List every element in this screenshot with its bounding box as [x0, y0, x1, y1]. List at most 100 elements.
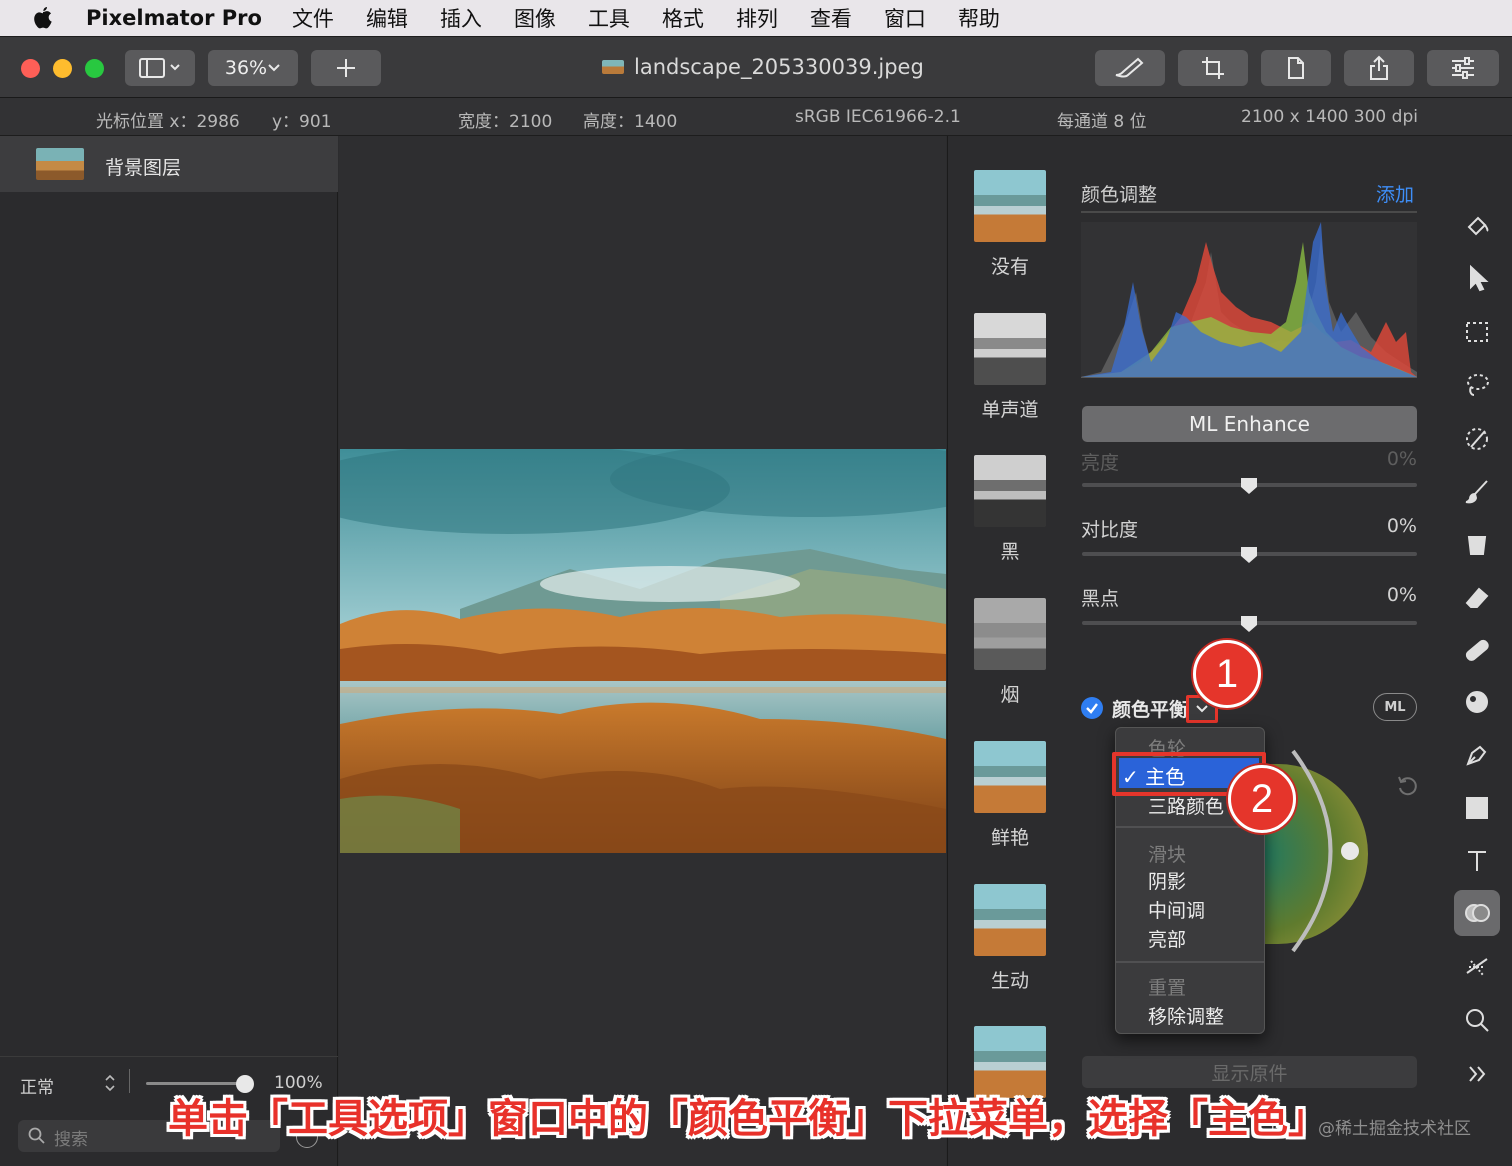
- menu-item-highlights[interactable]: 亮部: [1148, 925, 1186, 952]
- black-point-slider-knob[interactable]: [1240, 615, 1258, 633]
- select-tool[interactable]: [1463, 318, 1491, 346]
- arrange-tool[interactable]: [1463, 264, 1491, 292]
- more-tools-button[interactable]: [1463, 1060, 1491, 1088]
- watermark: @稀土掘金技术社区: [1318, 1119, 1471, 1139]
- cursor-x-info: 光标位置 x：2986: [96, 112, 240, 132]
- color-select-tool[interactable]: [1463, 425, 1491, 453]
- wheel-slider-arc[interactable]: [1283, 746, 1373, 956]
- magnifier-icon: [1466, 1009, 1489, 1032]
- menu-format[interactable]: 格式: [662, 3, 704, 33]
- lasso-tool[interactable]: [1463, 371, 1491, 399]
- share-button[interactable]: [1344, 50, 1414, 86]
- color-profile-info: sRGB IEC61966-2.1: [795, 107, 961, 127]
- layer-row[interactable]: 背景图层: [0, 136, 338, 192]
- bandage-icon: [1465, 639, 1489, 661]
- color-adjust-icon: [1465, 904, 1490, 922]
- pen-tool[interactable]: [1463, 741, 1491, 769]
- add-button[interactable]: [311, 50, 381, 86]
- preset-vivid[interactable]: 鲜艳: [974, 741, 1046, 850]
- crop-button[interactable]: [1178, 50, 1248, 86]
- sidebar-toggle-button[interactable]: [125, 50, 195, 86]
- color-balance-checkbox[interactable]: [1081, 697, 1103, 719]
- type-tool[interactable]: [1463, 847, 1491, 875]
- fill-tool[interactable]: [1463, 530, 1491, 558]
- menu-image[interactable]: 图像: [514, 3, 556, 33]
- opacity-slider-track[interactable]: [146, 1082, 246, 1085]
- contrast-slider-knob[interactable]: [1240, 546, 1258, 564]
- paint-tool[interactable]: [1463, 478, 1491, 506]
- app-name-menu[interactable]: Pixelmator Pro: [86, 6, 262, 30]
- menu-edit[interactable]: 编辑: [366, 3, 408, 33]
- chevron-down-icon: [1196, 705, 1208, 713]
- document-thumbnail-icon: [602, 60, 624, 74]
- preset-thumbnail: [974, 170, 1046, 242]
- text-icon: [1468, 851, 1486, 871]
- menu-file[interactable]: 文件: [292, 3, 334, 33]
- brightness-slider-knob[interactable]: [1240, 477, 1258, 495]
- ml-enhance-button[interactable]: ML Enhance: [1082, 406, 1417, 442]
- preset-smoke[interactable]: 烟: [974, 598, 1046, 707]
- menu-view[interactable]: 查看: [810, 3, 852, 33]
- preset-thumbnail: [974, 598, 1046, 670]
- erase-tool[interactable]: [1463, 583, 1491, 611]
- plus-icon: [337, 59, 355, 77]
- apple-icon[interactable]: [32, 6, 54, 30]
- menu-help[interactable]: 帮助: [958, 3, 1000, 33]
- preset-lively[interactable]: 生动: [974, 884, 1046, 993]
- pen-nib-icon: [1466, 745, 1487, 766]
- marquee-icon: [1466, 322, 1488, 342]
- reset-icon[interactable]: [1396, 774, 1418, 796]
- retouch-tool[interactable]: [1463, 636, 1491, 664]
- arrow-cursor-icon: [1470, 264, 1489, 292]
- magic-wand-icon: [1466, 428, 1488, 450]
- menu-item-remove-adjustment[interactable]: 移除调整: [1148, 1002, 1224, 1029]
- add-adjustment-button[interactable]: 添加: [1376, 180, 1414, 207]
- minimize-window-button[interactable]: [53, 59, 72, 78]
- menu-arrange[interactable]: 排列: [736, 3, 778, 33]
- document-button[interactable]: [1261, 50, 1331, 86]
- effects-tool[interactable]: [1463, 953, 1491, 981]
- menu-item-three-way[interactable]: 三路颜色: [1148, 792, 1224, 819]
- black-point-value: 0%: [1386, 584, 1417, 606]
- distort-tool[interactable]: [1463, 688, 1491, 716]
- menu-item-shadows[interactable]: 阴影: [1148, 867, 1186, 894]
- color-balance-label: 颜色平衡: [1112, 699, 1189, 721]
- menu-insert[interactable]: 插入: [440, 3, 482, 33]
- brightness-label: 亮度: [1081, 452, 1120, 474]
- blend-mode-select[interactable]: 正常: [20, 1073, 54, 1098]
- menu-item-midtones[interactable]: 中间调: [1148, 896, 1205, 923]
- shape-tool[interactable]: [1463, 794, 1491, 822]
- ml-badge-button[interactable]: ML: [1373, 693, 1417, 721]
- tutorial-caption: 单击「工具选项」窗口中的「颜色平衡」下拉菜单，选择「主色」: [168, 1096, 1328, 1142]
- preset-thumbnail: [974, 741, 1046, 813]
- menu-window[interactable]: 窗口: [884, 3, 926, 33]
- height-info: 高度：1400: [583, 112, 678, 132]
- show-original-button[interactable]: 显示原件: [1082, 1056, 1417, 1088]
- histogram: [1081, 222, 1417, 378]
- color-adjust-tool[interactable]: [1463, 899, 1491, 927]
- up-down-chevron-icon[interactable]: [104, 1073, 116, 1093]
- style-tool[interactable]: [1463, 211, 1491, 239]
- crop-icon: [1202, 57, 1224, 79]
- preset-black[interactable]: 黑: [974, 455, 1046, 564]
- menu-bar: Pixelmator Pro 文件 编辑 插入 图像 工具 格式 排列 查看 窗…: [0, 0, 1512, 36]
- image-canvas[interactable]: [339, 136, 946, 1166]
- sliders-icon: [1452, 57, 1474, 79]
- zoom-level-button[interactable]: 36%: [208, 50, 298, 86]
- paint-bucket-icon: [1467, 216, 1489, 236]
- menu-tools[interactable]: 工具: [588, 3, 630, 33]
- preset-mono[interactable]: 单声道: [974, 313, 1046, 422]
- preset-none[interactable]: 没有: [974, 170, 1046, 279]
- preset-label: 生动: [990, 970, 1029, 992]
- adjustments-title: 颜色调整: [1081, 184, 1158, 206]
- tools-column: [1443, 136, 1512, 1166]
- width-info: 宽度：2100: [458, 112, 553, 132]
- zoom-window-button[interactable]: [85, 59, 104, 78]
- menu-header-sliders: 滑块: [1148, 844, 1187, 866]
- edit-mode-button[interactable]: [1095, 50, 1165, 86]
- preset-label: 鲜艳: [990, 827, 1029, 849]
- tool-options-button[interactable]: [1427, 50, 1499, 86]
- zoom-tool[interactable]: [1463, 1006, 1491, 1034]
- close-window-button[interactable]: [21, 59, 40, 78]
- menu-item-reset[interactable]: 重置: [1148, 973, 1186, 1000]
